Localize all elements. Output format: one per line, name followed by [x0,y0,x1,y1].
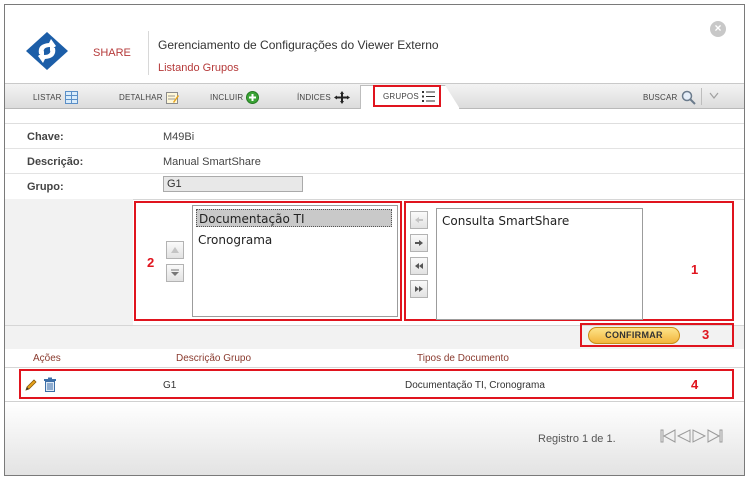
move-right-button[interactable] [410,234,428,252]
double-arrow-left-icon [415,263,423,269]
move-down-button[interactable] [166,264,184,282]
grupo-input[interactable]: G1 [163,176,303,192]
table-row-highlight [19,369,734,399]
chave-row: Chave: M49Bi [5,125,744,149]
brand-name: SHARE [93,47,131,59]
list-icon [64,90,78,104]
chave-label: Chave: [27,131,64,143]
chave-value: M49Bi [163,131,195,143]
listar-label: LISTAR [33,92,62,102]
detalhar-label: DETALHAR [119,92,163,102]
move-left-button[interactable] [410,211,428,229]
available-groups-listbox[interactable]: Consulta SmartShare [436,208,643,320]
first-page-icon[interactable] [660,429,676,443]
header-divider [148,31,149,75]
toolbar-spacer [5,110,744,124]
search-icon [681,90,696,105]
indices-button[interactable]: ÍNDICES [297,89,350,105]
list-item[interactable]: Documentação TI [196,209,392,227]
move-up-button[interactable] [166,241,184,259]
triangle-down-icon [171,269,179,276]
column-header-acoes: Ações [33,353,61,364]
detalhar-button[interactable]: DETALHAR [119,89,179,105]
arrow-left-icon [415,217,423,223]
move-arrows-icon [333,90,350,104]
move-all-right-button[interactable] [410,280,428,298]
add-icon [246,90,260,104]
chevron-down-icon[interactable] [709,92,719,100]
selected-groups-listbox[interactable]: Documentação TI Cronograma [192,205,398,317]
table-header: Ações Descrição Grupo Tipos de Documento [5,352,744,368]
toolbar-divider [701,88,702,105]
close-button[interactable]: × [710,21,726,37]
column-header-descricao: Descrição Grupo [176,353,252,364]
arrow-right-icon [415,240,423,246]
buscar-button[interactable]: BUSCAR [643,89,696,105]
confirm-button[interactable]: CONFIRMAR [588,327,680,344]
double-arrow-right-icon [415,286,423,292]
footer [5,401,744,475]
pagination [660,429,723,443]
column-header-tipos: Tipos de Documento [417,353,509,364]
indices-label: ÍNDICES [297,92,331,102]
previous-page-icon[interactable] [677,429,691,443]
detail-icon [165,91,179,104]
incluir-button[interactable]: INCLUIR [210,89,260,105]
incluir-label: INCLUIR [210,92,244,102]
grupos-tab-highlight [373,85,441,107]
next-page-icon[interactable] [692,429,706,443]
descricao-value: Manual SmartShare [163,156,261,168]
page-title: Gerenciamento de Configurações do Viewer… [158,38,439,52]
last-page-icon[interactable] [707,429,723,443]
grupo-row: Grupo: [5,175,744,199]
list-item[interactable]: Consulta SmartShare [440,212,636,230]
grupo-label: Grupo: [27,181,64,193]
dual-list-left-pad [5,199,133,325]
smartshare-logo [26,32,68,70]
marker-2: 2 [147,255,155,270]
buscar-label: BUSCAR [643,92,678,102]
list-item[interactable]: Cronograma [196,231,392,249]
listar-button[interactable]: LISTAR [33,89,78,105]
descricao-row: Descrição: Manual SmartShare [5,150,744,174]
marker-3: 3 [702,327,710,342]
marker-1: 1 [691,262,699,277]
descricao-label: Descrição: [27,156,84,168]
triangle-up-icon [171,247,179,253]
move-all-left-button[interactable] [410,257,428,275]
record-count: Registro 1 de 1. [538,433,616,445]
page-subtitle: Listando Grupos [158,62,239,74]
header: SHARE Gerenciamento de Configurações do … [5,5,744,83]
viewer-config-window: SHARE Gerenciamento de Configurações do … [4,4,745,476]
